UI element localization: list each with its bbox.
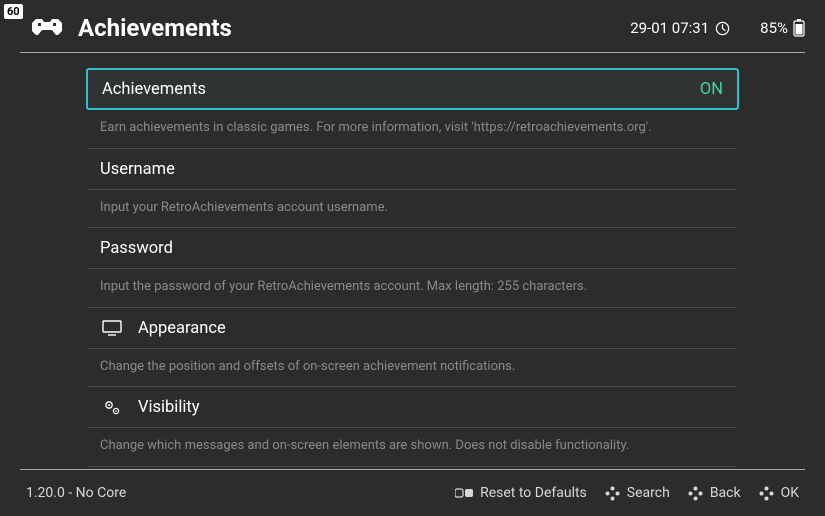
setting-description: Input your RetroAchievements account use… — [88, 190, 737, 229]
ok-button[interactable]: OK — [759, 485, 799, 501]
setting-value: ON — [700, 80, 723, 99]
monitor-icon — [100, 320, 124, 336]
setting-row-appearance[interactable]: Appearance — [88, 308, 737, 349]
setting-description: Input the password of your RetroAchievem… — [88, 269, 737, 308]
setting-description: Change which messages and on-screen elem… — [88, 428, 737, 467]
setting-label: Username — [100, 160, 725, 179]
toggle-icon — [455, 488, 473, 498]
clock: 29-01 07:31 — [630, 19, 730, 37]
fps-counter: 60 — [4, 4, 23, 19]
setting-description: Change the position and offsets of on-sc… — [88, 349, 737, 388]
page-title: Achievements — [78, 14, 616, 42]
setting-row-password[interactable]: Password — [88, 228, 737, 269]
header-bar: Achievements 29-01 07:31 85% — [0, 0, 825, 52]
clock-icon — [715, 21, 730, 36]
footer-bar: 1.20.0 - No Core Reset to Defaults Searc… — [0, 470, 825, 516]
setting-label: Appearance — [138, 319, 725, 338]
settings-list: Achievements ON Earn achievements in class… — [0, 58, 825, 470]
reset-defaults-button[interactable]: Reset to Defaults — [455, 485, 587, 501]
setting-row-achievements[interactable]: Achievements ON — [86, 68, 739, 110]
version-text: 1.20.0 - No Core — [26, 485, 437, 501]
dpad-icon — [688, 486, 703, 501]
dpad-icon — [605, 486, 620, 501]
setting-row-visibility[interactable]: Visibility — [88, 387, 737, 428]
setting-row-username[interactable]: Username — [88, 149, 737, 190]
battery-icon — [793, 19, 805, 37]
battery-indicator: 85% — [760, 19, 805, 37]
retroarch-icon — [30, 17, 64, 39]
setting-description: Earn achievements in classic games. For … — [88, 110, 737, 149]
gears-icon — [100, 399, 124, 417]
setting-label: Achievements — [102, 80, 686, 99]
search-button[interactable]: Search — [605, 485, 670, 501]
back-button[interactable]: Back — [688, 485, 741, 501]
dpad-icon — [759, 486, 774, 501]
setting-label: Password — [100, 239, 725, 258]
setting-label: Visibility — [138, 398, 725, 417]
